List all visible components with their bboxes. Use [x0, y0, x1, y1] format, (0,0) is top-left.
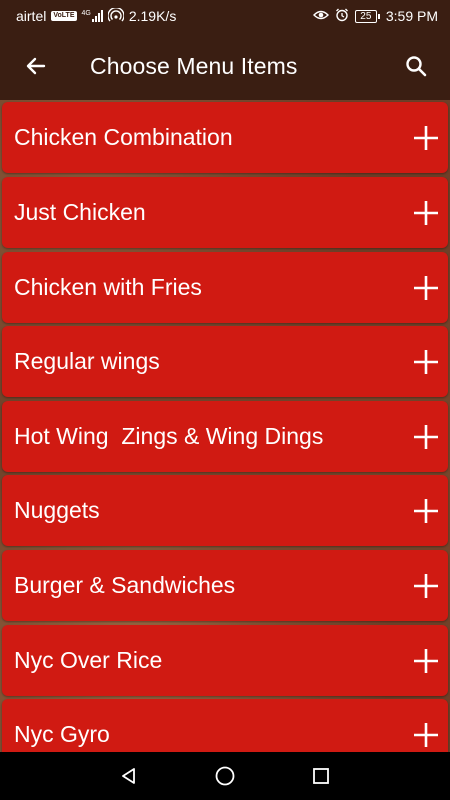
menu-item-label: Just Chicken — [14, 199, 146, 225]
square-recents-icon — [313, 768, 329, 784]
menu-item-nyc-over-rice[interactable]: Nyc Over Rice — [2, 625, 448, 696]
nav-back-button[interactable] — [81, 752, 177, 800]
plus-icon[interactable] — [412, 423, 440, 451]
hotspot-icon — [107, 6, 125, 25]
menu-item-chicken-with-fries[interactable]: Chicken with Fries — [2, 252, 448, 323]
menu-item-label: Nuggets — [14, 497, 100, 523]
menu-item-hot-wing-zings[interactable]: Hot Wing Zings & Wing Dings — [2, 401, 448, 472]
plus-icon[interactable] — [412, 199, 440, 227]
menu-item-just-chicken[interactable]: Just Chicken — [2, 177, 448, 248]
menu-item-label: Nyc Over Rice — [14, 647, 163, 673]
clock: 3:59 PM — [385, 8, 438, 24]
carrier-name: airtel — [16, 8, 47, 24]
eye-icon — [312, 8, 329, 24]
plus-icon[interactable] — [412, 497, 440, 525]
search-icon — [406, 56, 427, 77]
menu-item-label: Nyc Gyro — [14, 721, 110, 747]
nav-recents-button[interactable] — [273, 752, 369, 800]
menu-item-chicken-combination[interactable]: Chicken Combination — [2, 102, 448, 173]
menu-item-nuggets[interactable]: Nuggets — [2, 475, 448, 546]
menu-item-burger-sandwiches[interactable]: Burger & Sandwiches — [2, 550, 448, 621]
search-button[interactable] — [388, 38, 444, 94]
plus-icon[interactable] — [412, 721, 440, 749]
menu-list-container[interactable]: Chicken Combination Just Chicken Chicken… — [0, 100, 450, 752]
circle-home-icon — [215, 766, 235, 786]
alarm-icon — [335, 8, 349, 25]
system-nav-bar — [0, 752, 450, 800]
plus-icon[interactable] — [412, 348, 440, 376]
data-speed: 2.19K/s — [128, 8, 177, 24]
arrow-left-icon — [26, 57, 46, 75]
menu-item-label: Chicken Combination — [14, 124, 233, 150]
battery-tip — [377, 13, 380, 19]
battery-icon: 25 — [354, 9, 380, 23]
network-signal-icon: 4G — [82, 10, 103, 22]
network-type: 4G — [81, 10, 91, 17]
plus-icon[interactable] — [412, 124, 440, 152]
status-bar: airtel VoLTE 4G 2.19K/s 25 3:59 PM — [0, 0, 450, 32]
nav-home-button[interactable] — [177, 752, 273, 800]
triangle-back-icon — [122, 768, 135, 784]
menu-item-regular-wings[interactable]: Regular wings — [2, 326, 448, 397]
status-right: 25 3:59 PM — [312, 8, 438, 25]
battery-level: 25 — [354, 9, 377, 23]
plus-icon[interactable] — [412, 572, 440, 600]
plus-icon[interactable] — [412, 647, 440, 675]
menu-item-label: Regular wings — [14, 348, 160, 374]
status-left: airtel VoLTE 4G 2.19K/s — [16, 6, 177, 25]
app-bar: Choose Menu Items — [0, 32, 450, 100]
volte-badge: VoLTE — [51, 11, 77, 21]
page-title: Choose Menu Items — [90, 52, 298, 79]
menu-item-label: Burger & Sandwiches — [14, 572, 236, 598]
menu-item-label: Hot Wing Zings & Wing Dings — [14, 423, 324, 449]
plus-icon[interactable] — [412, 274, 440, 302]
menu-item-nyc-gyro[interactable]: Nyc Gyro — [2, 699, 448, 752]
signal-bars-icon — [91, 10, 103, 22]
menu-item-label: Chicken with Fries — [14, 274, 202, 300]
back-button[interactable] — [8, 38, 64, 94]
